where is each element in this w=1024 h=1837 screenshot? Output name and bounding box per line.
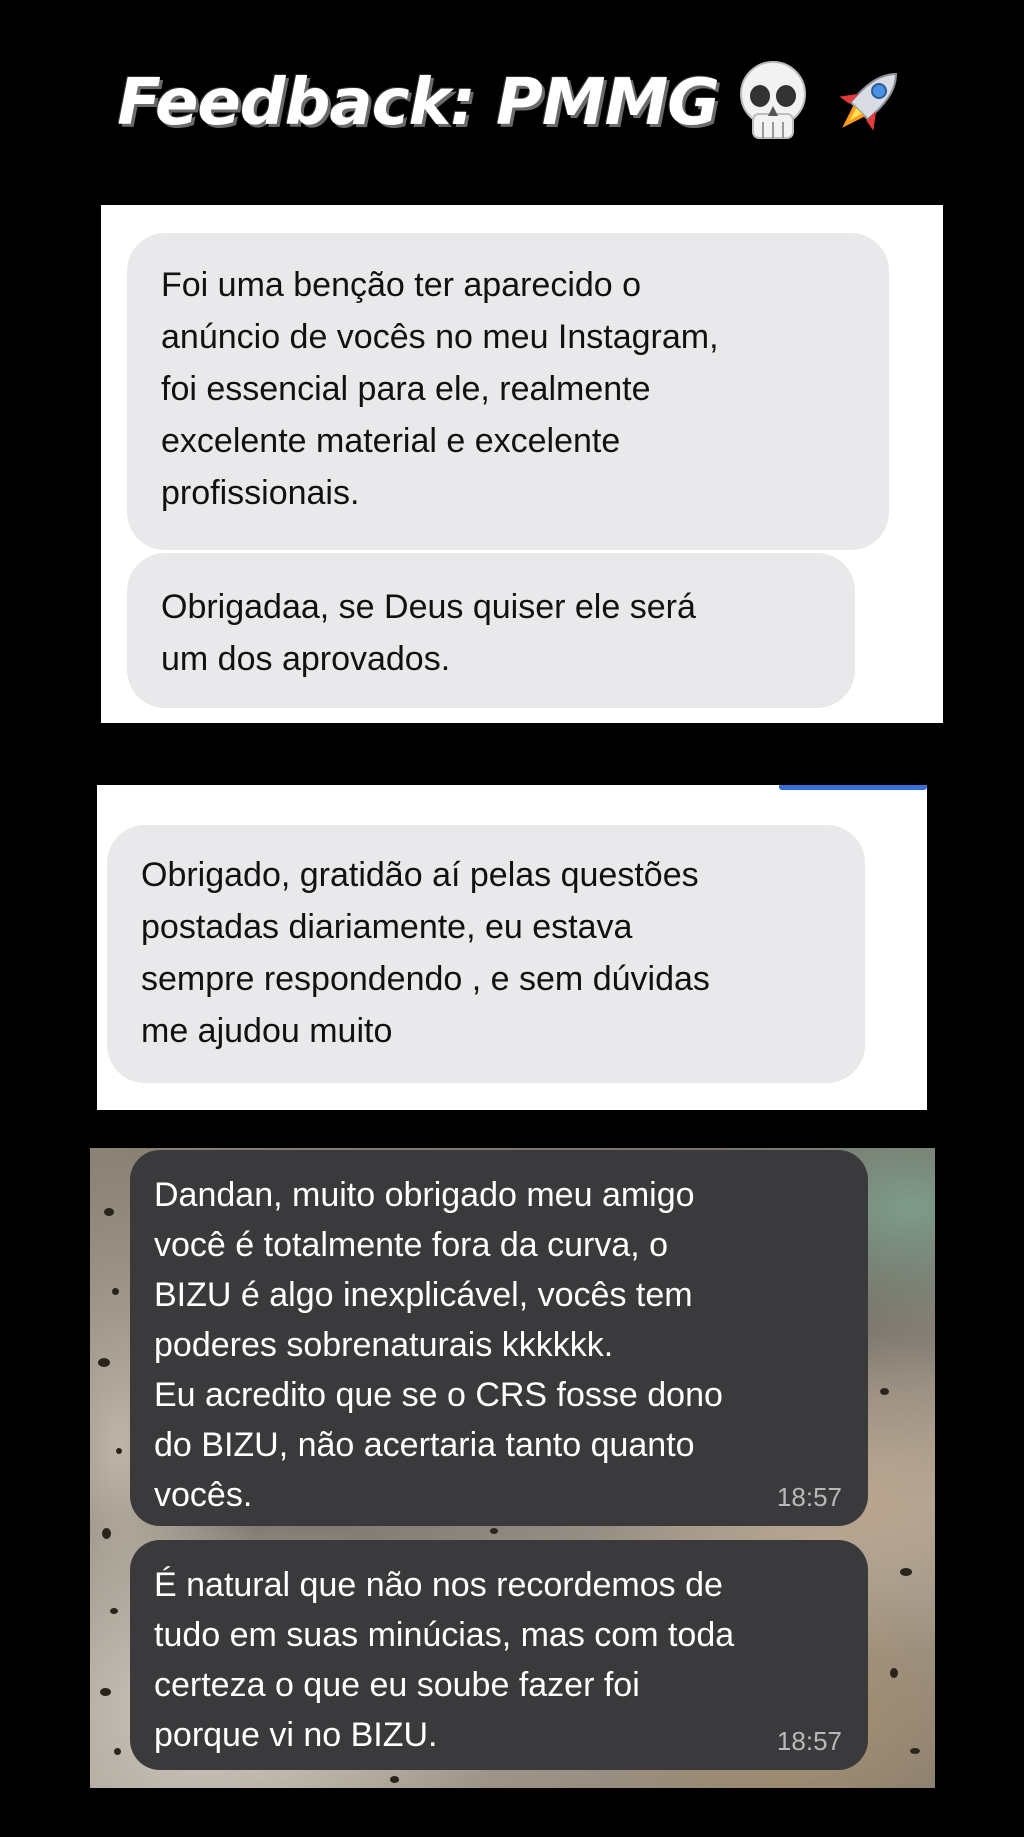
message-text: Foi uma benção ter aparecido o anúncio d… — [161, 266, 719, 512]
chat-screenshot-3: Dandan, muito obrigado meu amigo você é … — [90, 1148, 935, 1788]
message-bubble: Foi uma benção ter aparecido o anúncio d… — [127, 233, 889, 550]
message-text: Obrigado, gratidão aí pelas questões pos… — [141, 856, 710, 1050]
page-title-row: Feedback: PMMG — [0, 58, 1024, 148]
message-bubble: Dandan, muito obrigado meu amigo você é … — [130, 1150, 868, 1526]
message-bubble: É natural que não nos recordemos de tudo… — [130, 1540, 868, 1770]
page-title: Feedback: PMMG — [117, 66, 720, 140]
outgoing-bubble-edge — [779, 785, 927, 790]
chat-screenshot-2: Obrigado, gratidão aí pelas questões pos… — [97, 785, 927, 1110]
message-text: É natural que não nos recordemos de tudo… — [154, 1566, 735, 1754]
skull-icon — [739, 61, 806, 139]
message-text: Obrigadaa, se Deus quiser ele será um do… — [161, 588, 696, 678]
chat-screenshot-1: Foi uma benção ter aparecido o anúncio d… — [101, 205, 943, 723]
rocket-icon — [839, 73, 897, 131]
message-timestamp: 18:57 — [776, 1482, 842, 1512]
message-text: Dandan, muito obrigado meu amigo você é … — [154, 1176, 723, 1514]
message-bubble: Obrigado, gratidão aí pelas questões pos… — [107, 825, 865, 1083]
message-bubble: Obrigadaa, se Deus quiser ele será um do… — [127, 553, 855, 708]
message-timestamp: 18:57 — [776, 1726, 842, 1756]
